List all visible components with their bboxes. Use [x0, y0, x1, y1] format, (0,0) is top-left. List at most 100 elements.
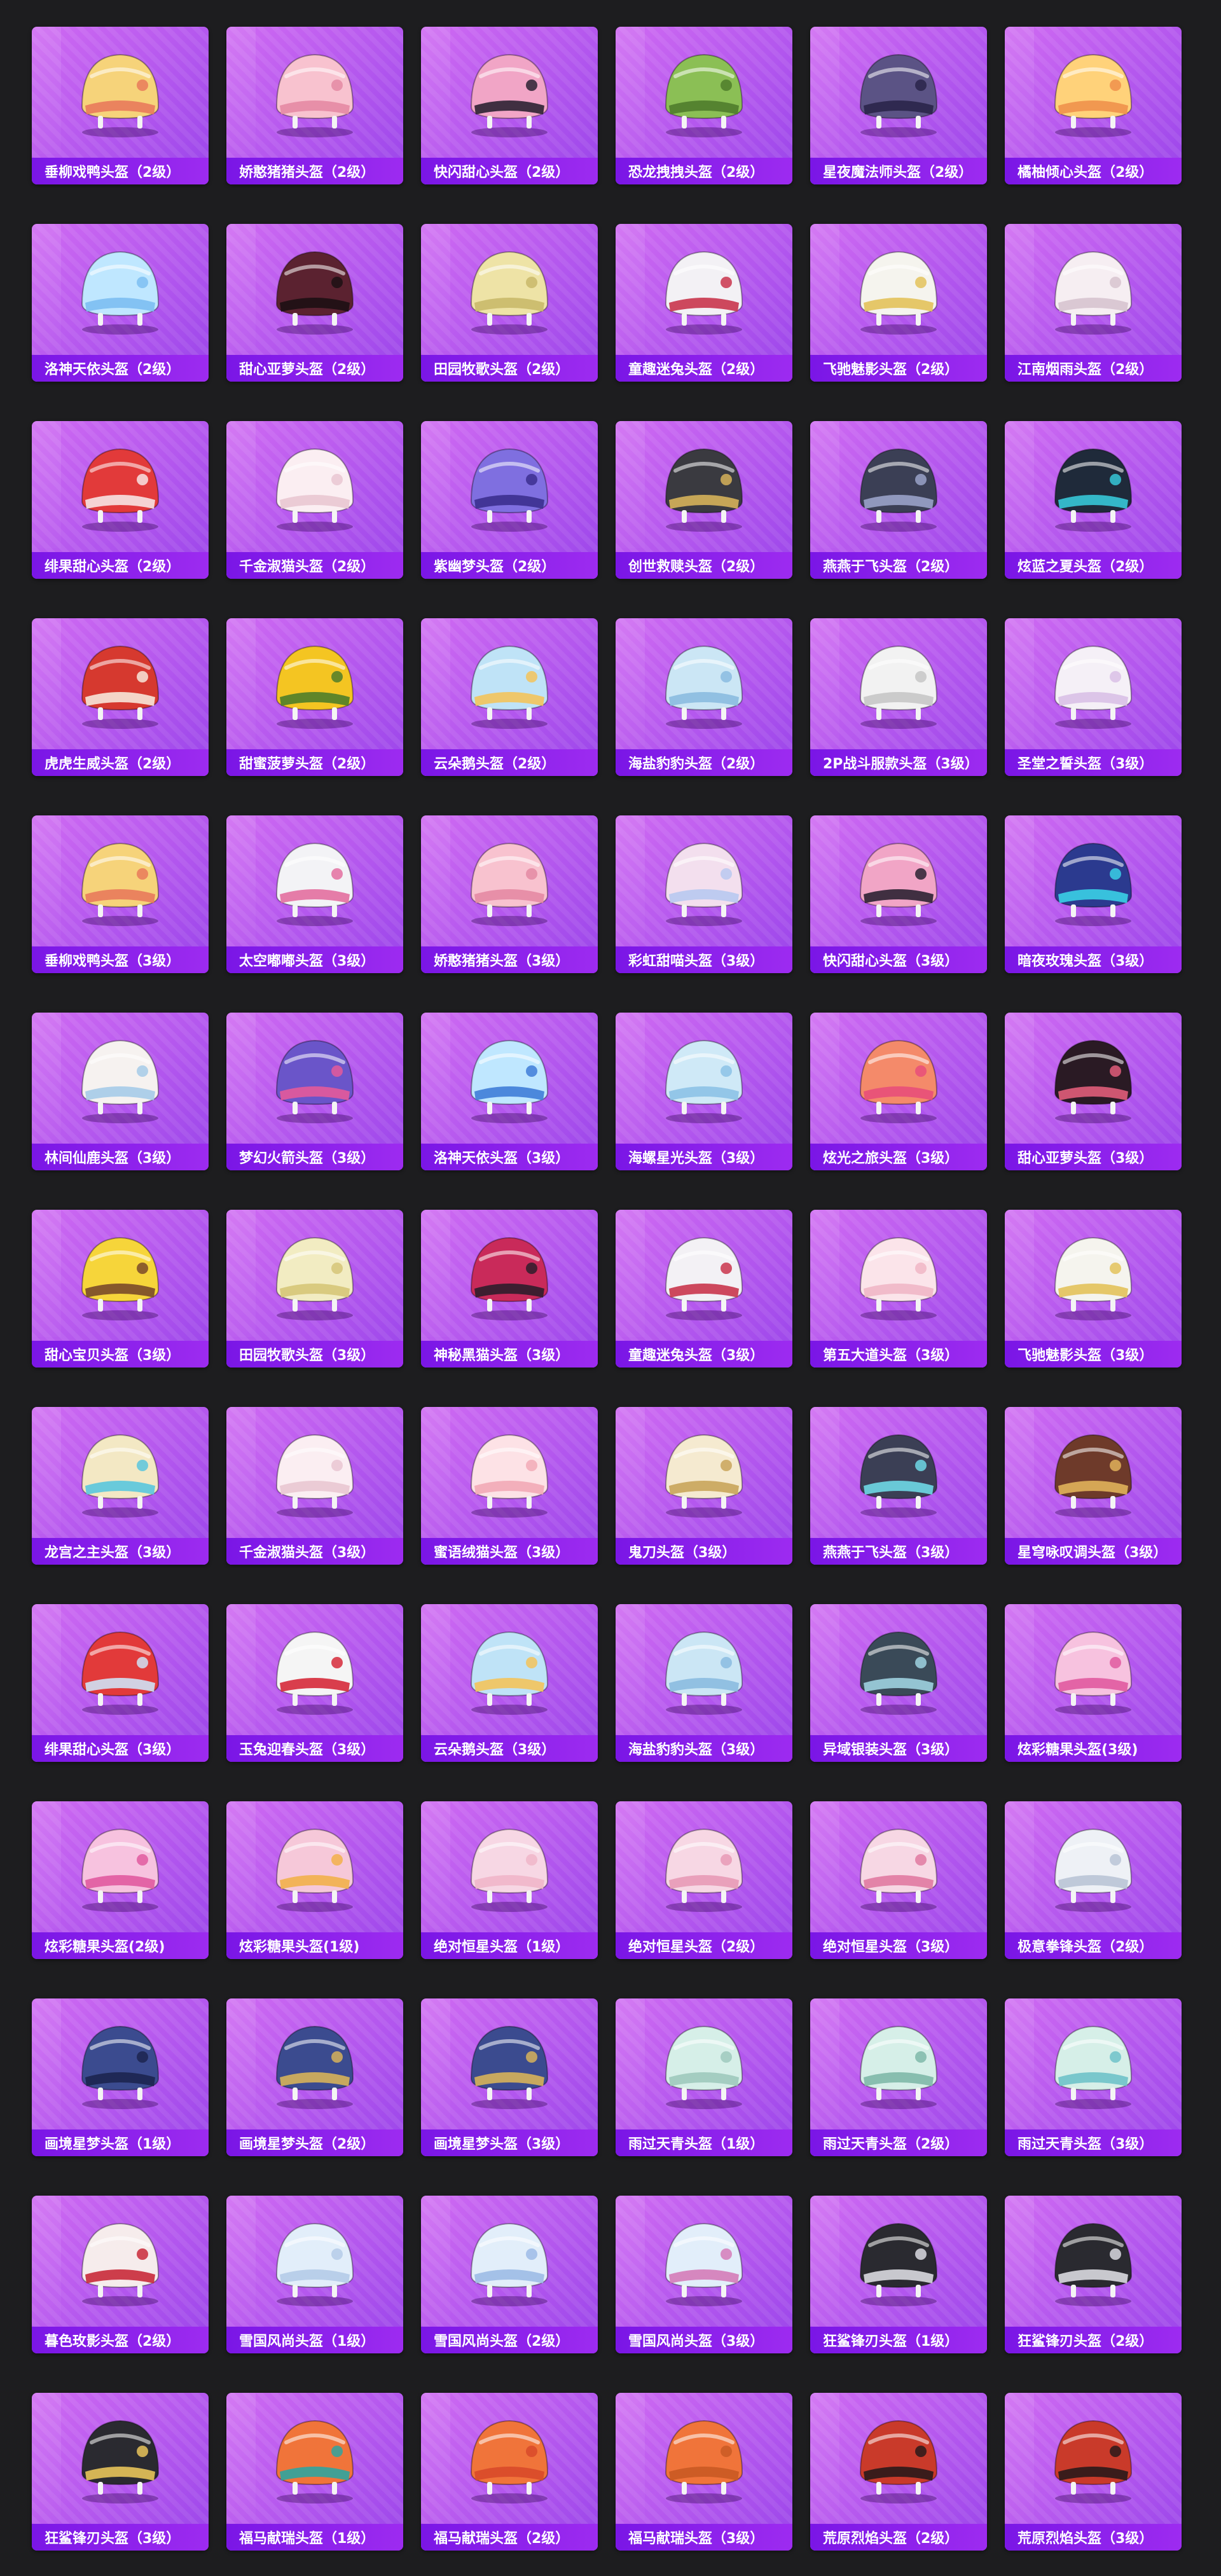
helmet-card[interactable]: 海盐豹豹头盔（3级）	[616, 1604, 792, 1762]
combat-helmet-icon	[1054, 1236, 1133, 1320]
helmet-card[interactable]: 海盐豹豹头盔（2级）	[616, 618, 792, 776]
helmet-card[interactable]: 第五大道头盔（3级）	[810, 1210, 987, 1368]
helmet-card[interactable]: 田园牧歌头盔（2级）	[421, 224, 598, 382]
helmet-card[interactable]: 雨过天青头盔（2级）	[810, 1998, 987, 2156]
helmet-card[interactable]: 海螺星光头盔（3级）	[616, 1013, 792, 1170]
helmet-card[interactable]: 星夜魔法师头盔（2级）	[810, 27, 987, 184]
helmet-card[interactable]: 垂柳戏鸭头盔（3级）	[32, 815, 209, 973]
helmet-card[interactable]: 福马献瑞头盔（1级）	[226, 2393, 403, 2551]
helmet-card[interactable]: 梦幻火箭头盔（3级）	[226, 1013, 403, 1170]
helmet-card[interactable]: 千金淑猫头盔（3级）	[226, 1407, 403, 1565]
helmet-card[interactable]: 橘柚倾心头盔（2级）	[1005, 27, 1182, 184]
helmet-card[interactable]: 圣堂之誓头盔（3级）	[1005, 618, 1182, 776]
helmet-card[interactable]: 龙宫之主头盔（3级）	[32, 1407, 209, 1565]
helmet-card[interactable]: 洛神天依头盔（2级）	[32, 224, 209, 382]
helmet-card[interactable]: 蜜语绒猫头盔（3级）	[421, 1407, 598, 1565]
helmet-card[interactable]: 童趣迷兔头盔（3级）	[616, 1210, 792, 1368]
card-decoration	[421, 421, 450, 548]
card-decoration	[810, 2393, 839, 2520]
helmet-card[interactable]: 创世救赎头盔（2级）	[616, 421, 792, 579]
helmet-card[interactable]: 绯果甜心头盔（2级）	[32, 421, 209, 579]
helmet-card[interactable]: 极意拳锋头盔（2级）	[1005, 1801, 1182, 1959]
helmet-card[interactable]: 太空嘟嘟头盔（3级）	[226, 815, 403, 973]
helmet-card[interactable]: 画境星梦头盔（3级）	[421, 1998, 598, 2156]
helmet-card[interactable]: 燕燕于飞头盔（3级）	[810, 1407, 987, 1565]
helmet-card[interactable]: 炫彩糖果头盔(2级)	[32, 1801, 209, 1959]
helmet-icon	[1054, 251, 1133, 335]
card-decoration	[226, 1801, 256, 1929]
helmet-card[interactable]: 云朵鹅头盔（2级）	[421, 618, 598, 776]
helmet-card[interactable]: 狂鲨锋刃头盔（3级）	[32, 2393, 209, 2551]
card-decoration	[810, 2196, 839, 2323]
helmet-card[interactable]: 甜心亚萝头盔（2级）	[226, 224, 403, 382]
helmet-card[interactable]: 虎虎生威头盔（2级）	[32, 618, 209, 776]
helmet-card[interactable]: 童趣迷兔头盔（2级）	[616, 224, 792, 382]
helmet-card[interactable]: 狂鲨锋刃头盔（2级）	[1005, 2196, 1182, 2353]
helmet-card[interactable]: 雪国风尚头盔（3级）	[616, 2196, 792, 2353]
helmet-card[interactable]: 炫光之旅头盔（3级）	[810, 1013, 987, 1170]
helmet-card[interactable]: 甜心亚萝头盔（3级）	[1005, 1013, 1182, 1170]
helmet-card[interactable]: 雪国风尚头盔（1级）	[226, 2196, 403, 2353]
helmet-card[interactable]: 异域银装头盔（3级）	[810, 1604, 987, 1762]
combat-helmet-icon	[470, 2025, 549, 2109]
helmet-card[interactable]: 甜蜜菠萝头盔（2级）	[226, 618, 403, 776]
helmet-card[interactable]: 林间仙鹿头盔（3级）	[32, 1013, 209, 1170]
helmet-card[interactable]: 绝对恒星头盔（3级）	[810, 1801, 987, 1959]
candy-helmet-icon	[1054, 1631, 1133, 1715]
helmet-card[interactable]: 恐龙拽拽头盔（2级）	[616, 27, 792, 184]
helmet-card[interactable]: 福马献瑞头盔（2级）	[421, 2393, 598, 2551]
goose-helmet-icon	[470, 645, 549, 729]
helmet-card[interactable]: 绝对恒星头盔（1级）	[421, 1801, 598, 1959]
helmet-card[interactable]: 2P战斗服款头盔（3级）	[810, 618, 987, 776]
card-label-bar: 快闪甜心头盔（2级）	[421, 158, 598, 184]
flame-helmet-icon	[1054, 2420, 1133, 2503]
helmet-name: 快闪甜心头盔（3级）	[823, 953, 959, 969]
helmet-card[interactable]: 飞驰魅影头盔（3级）	[1005, 1210, 1182, 1368]
card-label-bar: 田园牧歌头盔（3级）	[226, 1341, 403, 1368]
helmet-card[interactable]: 炫彩糖果头盔(1级)	[226, 1801, 403, 1959]
helmet-card[interactable]: 飞驰魅影头盔（2级）	[810, 224, 987, 382]
helmet-card[interactable]: 垂柳戏鸭头盔（2级）	[32, 27, 209, 184]
helmet-card[interactable]: 娇憨猪猪头盔（3级）	[421, 815, 598, 973]
helmet-card[interactable]: 荒原烈焰头盔（2级）	[810, 2393, 987, 2551]
helmet-card[interactable]: 田园牧歌头盔（3级）	[226, 1210, 403, 1368]
helmet-name: 江南烟雨头盔（2级）	[1018, 362, 1154, 378]
helmet-card[interactable]: 千金淑猫头盔（2级）	[226, 421, 403, 579]
helmet-card[interactable]: 云朵鹅头盔（3级）	[421, 1604, 598, 1762]
helmet-card[interactable]: 雨过天青头盔（1级）	[616, 1998, 792, 2156]
helmet-card[interactable]: 炫彩糖果头盔(3级)	[1005, 1604, 1182, 1762]
helmet-card[interactable]: 紫幽梦头盔（2级）	[421, 421, 598, 579]
helmet-card[interactable]: 神秘黑猫头盔（3级）	[421, 1210, 598, 1368]
helmet-card[interactable]: 彩虹甜喵头盔（3级）	[616, 815, 792, 973]
helmet-card[interactable]: 绝对恒星头盔（2级）	[616, 1801, 792, 1959]
helmet-card[interactable]: 快闪甜心头盔（3级）	[810, 815, 987, 973]
card-decoration	[226, 1013, 256, 1140]
helmet-card[interactable]: 画境星梦头盔（1级）	[32, 1998, 209, 2156]
helmet-card[interactable]: 暗夜玫瑰头盔（3级）	[1005, 815, 1182, 973]
helmet-card[interactable]: 鬼刀头盔（3级）	[616, 1407, 792, 1565]
card-label-bar: 福马献瑞头盔（3级）	[616, 2524, 792, 2551]
helmet-card[interactable]: 娇憨猪猪头盔（2级）	[226, 27, 403, 184]
helmet-card[interactable]: 画境星梦头盔（2级）	[226, 1998, 403, 2156]
helmet-card[interactable]: 雪国风尚头盔（2级）	[421, 2196, 598, 2353]
card-decoration	[32, 815, 61, 943]
helmet-name: 娇憨猪猪头盔（3级）	[434, 953, 570, 969]
helmet-card[interactable]: 福马献瑞头盔（3级）	[616, 2393, 792, 2551]
helmet-card[interactable]: 甜心宝贝头盔（3级）	[32, 1210, 209, 1368]
helmet-name: 虎虎生威头盔（2级）	[45, 756, 181, 772]
card-decoration	[1005, 2393, 1034, 2520]
helmet-card[interactable]: 雨过天青头盔（3级）	[1005, 1998, 1182, 2156]
helmet-name: 海盐豹豹头盔（3级）	[628, 1742, 764, 1758]
helmet-card[interactable]: 暮色玫影头盔（2级）	[32, 2196, 209, 2353]
helmet-card[interactable]: 燕燕于飞头盔（2级）	[810, 421, 987, 579]
helmet-card[interactable]: 荒原烈焰头盔（3级）	[1005, 2393, 1182, 2551]
card-decoration	[1005, 27, 1034, 154]
helmet-card[interactable]: 快闪甜心头盔（2级）	[421, 27, 598, 184]
helmet-card[interactable]: 炫蓝之夏头盔（2级）	[1005, 421, 1182, 579]
helmet-card[interactable]: 绯果甜心头盔（3级）	[32, 1604, 209, 1762]
helmet-card[interactable]: 玉兔迎春头盔（3级）	[226, 1604, 403, 1762]
helmet-card[interactable]: 狂鲨锋刃头盔（1级）	[810, 2196, 987, 2353]
helmet-card[interactable]: 洛神天依头盔（3级）	[421, 1013, 598, 1170]
helmet-card[interactable]: 江南烟雨头盔（2级）	[1005, 224, 1182, 382]
helmet-card[interactable]: 星穹咏叹调头盔（3级）	[1005, 1407, 1182, 1565]
